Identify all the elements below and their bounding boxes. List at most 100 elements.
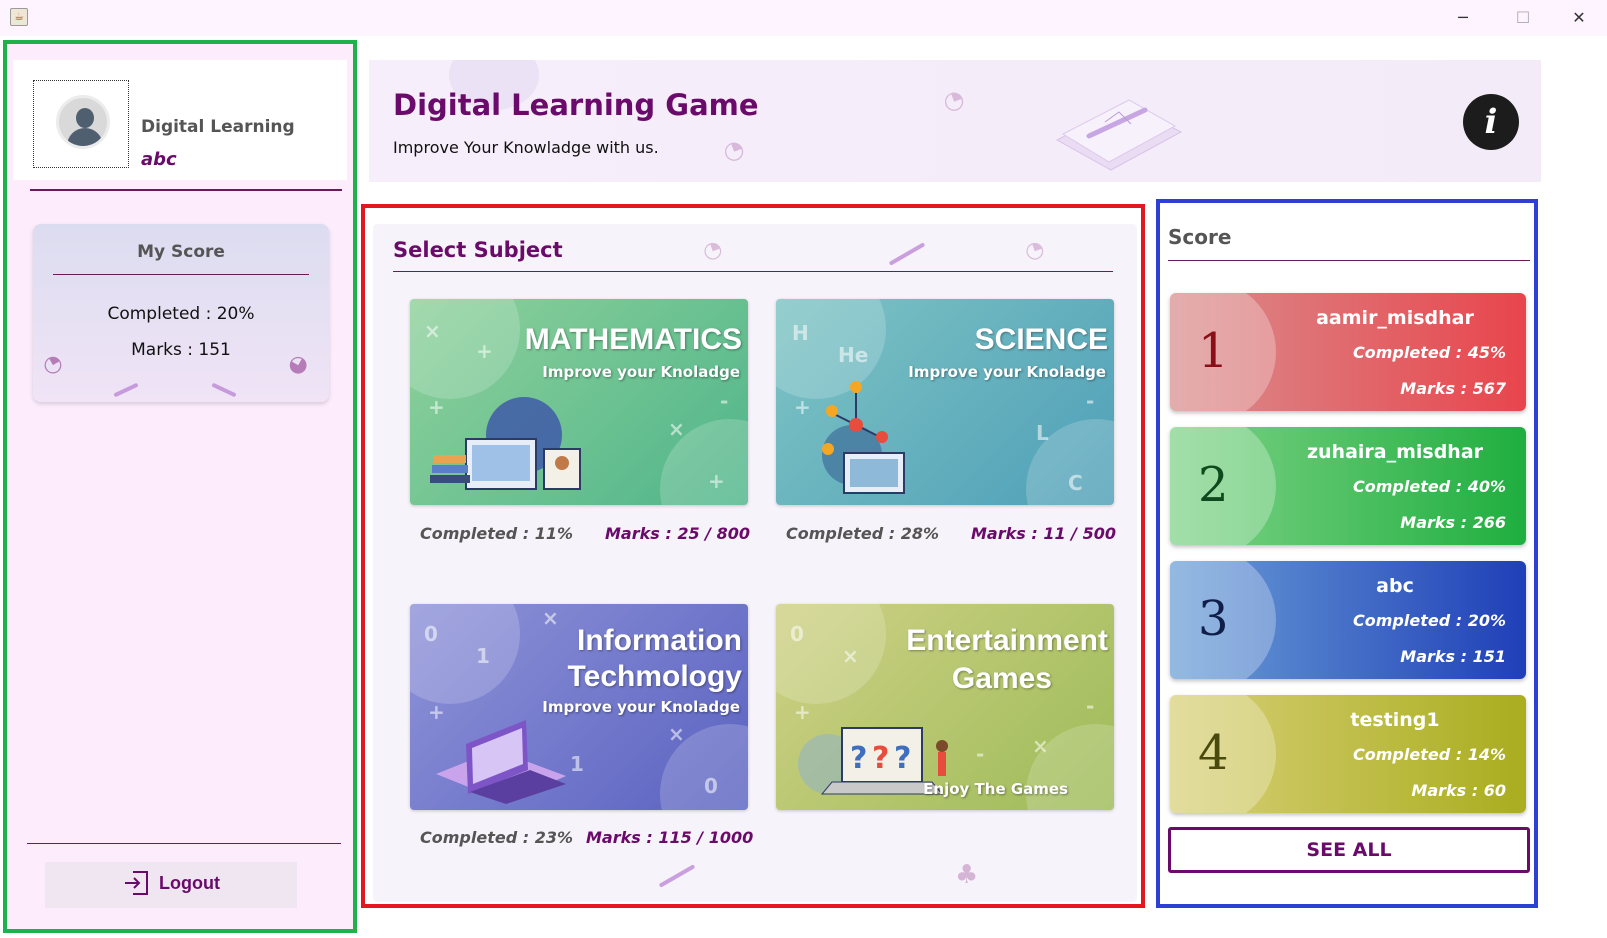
profile-username: abc — [141, 149, 177, 170]
symbol-decoration: H — [792, 321, 809, 345]
player-name: zuhaira_misdhar — [1306, 441, 1484, 463]
logout-icon — [125, 871, 148, 895]
subject-card-information-technology[interactable]: 0 1 × + × 1 0 Information Techmology Imp… — [410, 604, 748, 810]
subject-subtitle: Enjoy The Games — [923, 780, 1068, 798]
rank-number: 3 — [1198, 591, 1229, 647]
my-score-card: My Score Completed : 20% Marks : 151 ◔ ◕ — [33, 224, 329, 402]
subject-title-line2: Techmology — [567, 660, 742, 693]
minimize-icon[interactable]: ─ — [1440, 0, 1486, 36]
subject-title: MATHEMATICS — [524, 323, 742, 356]
leaderboard-entry[interactable]: 3 abc Completed : 20% Marks : 151 — [1170, 561, 1526, 679]
subject-subtitle: Improve your Knoladge — [908, 363, 1106, 381]
symbol-decoration: C — [1068, 471, 1083, 495]
player-marks: Marks : 151 — [1400, 647, 1506, 666]
symbol-decoration: - — [1086, 389, 1095, 413]
page-title: Digital Learning Game — [393, 88, 759, 122]
divider — [30, 189, 342, 191]
leaderboard-entry[interactable]: 4 testing1 Completed : 14% Marks : 60 — [1170, 695, 1526, 813]
subject-marks: Marks : 11 / 500 — [971, 524, 1116, 543]
score-panel: Score 1 aamir_misdhar Completed : 45% Ma… — [1156, 199, 1538, 908]
book-illustration-icon — [1055, 99, 1183, 171]
subject-card-entertainment-games[interactable]: 0 × + - × - ? ? ? Entertainment Games En… — [776, 604, 1114, 810]
subject-card-science[interactable]: H He + L C - SCIENCE Improve your Knolad… — [776, 299, 1114, 505]
subject-completed: Completed : 23% — [420, 828, 573, 847]
rank-number: 2 — [1198, 457, 1229, 513]
symbol-decoration: + — [476, 339, 493, 363]
symbol-decoration: 0 — [424, 622, 438, 646]
symbol-decoration: - — [976, 742, 985, 766]
header-banner: Digital Learning Game Improve Your Knowl… — [369, 60, 1541, 182]
subject-completed: Completed : 11% — [420, 524, 573, 543]
svg-text:?: ? — [894, 741, 911, 776]
subject-title: SCIENCE — [974, 323, 1108, 356]
profile-app-title: Digital Learning — [141, 117, 295, 137]
my-score-marks: Marks : 151 — [131, 340, 231, 360]
player-completed: Completed : 20% — [1353, 611, 1506, 630]
subject-subtitle: Improve your Knoladge — [542, 698, 740, 716]
subject-section: Select Subject ◔ ◔ ♣ × + + × + - MATHEMA… — [361, 204, 1145, 908]
subject-title: Information — [577, 624, 742, 657]
player-marks: Marks : 60 — [1411, 781, 1506, 800]
symbol-decoration: × — [668, 417, 685, 441]
molecule-illustration-icon — [822, 381, 905, 494]
symbol-decoration: × — [1032, 734, 1049, 758]
player-name: testing1 — [1350, 709, 1440, 731]
player-name: abc — [1376, 575, 1414, 597]
see-all-button[interactable]: SEE ALL — [1168, 827, 1530, 873]
symbol-decoration: 0 — [790, 622, 804, 646]
subject-marks: Marks : 25 / 800 — [605, 524, 750, 543]
window-titlebar: ☕ ─ ☐ ✕ — [0, 0, 1607, 36]
symbol-decoration: + — [708, 469, 725, 493]
subject-title-line2: Games — [951, 662, 1052, 695]
sidebar: Digital Learning abc My Score Completed … — [3, 40, 357, 933]
logout-button[interactable]: Logout — [45, 862, 297, 908]
player-completed: Completed : 45% — [1353, 343, 1506, 362]
subject-title: Entertainment — [906, 624, 1108, 657]
info-button[interactable]: i — [1463, 94, 1519, 150]
symbol-decoration: × — [542, 606, 559, 630]
symbol-decoration: He — [838, 343, 869, 367]
symbol-decoration: 1 — [476, 644, 490, 668]
logout-label: Logout — [159, 873, 220, 893]
divider — [1168, 260, 1530, 261]
symbol-decoration: × — [424, 319, 441, 343]
student-computer-illustration-icon — [430, 397, 581, 490]
avatar-frame[interactable] — [33, 80, 129, 168]
subject-card-mathematics[interactable]: × + + × + - MATHEMATICS Improve your Kno… — [410, 299, 748, 505]
symbol-decoration: × — [842, 644, 859, 668]
my-score-completed: Completed : 20% — [107, 304, 255, 324]
divider — [27, 843, 341, 844]
player-marks: Marks : 567 — [1400, 379, 1506, 398]
symbol-decoration: - — [720, 389, 729, 413]
wifi-decoration-icon: ◔ — [699, 235, 726, 266]
rank-number: 1 — [1198, 323, 1229, 379]
dash-decoration — [211, 382, 237, 398]
profile-card: Digital Learning abc — [13, 60, 347, 180]
java-app-icon: ☕ — [10, 8, 28, 26]
wifi-decoration-icon: ◔ — [1021, 235, 1048, 266]
wifi-decoration-icon: ◔ — [938, 83, 969, 117]
dash-decoration — [658, 864, 696, 888]
divider — [393, 271, 1113, 272]
symbol-decoration: × — [668, 722, 685, 746]
page-subtitle: Improve Your Knowladge with us. — [393, 138, 659, 157]
score-title: Score — [1168, 225, 1232, 249]
dash-decoration — [113, 382, 139, 398]
player-completed: Completed : 14% — [1353, 745, 1506, 764]
close-icon[interactable]: ✕ — [1556, 0, 1602, 36]
player-completed: Completed : 40% — [1353, 477, 1506, 496]
leaderboard-entry[interactable]: 1 aamir_misdhar Completed : 45% Marks : … — [1170, 293, 1526, 411]
subject-heading: Select Subject — [393, 238, 563, 262]
player-name: aamir_misdhar — [1316, 307, 1474, 329]
svg-text:?: ? — [850, 741, 867, 776]
leaderboard-entry[interactable]: 2 zuhaira_misdhar Completed : 40% Marks … — [1170, 427, 1526, 545]
subject-marks: Marks : 115 / 1000 — [586, 828, 754, 847]
symbol-decoration: - — [1086, 694, 1095, 718]
divider — [53, 274, 309, 275]
maximize-icon[interactable]: ☐ — [1500, 0, 1546, 36]
subject-panel: Select Subject ◔ ◔ ♣ × + + × + - MATHEMA… — [373, 224, 1137, 902]
dash-decoration — [888, 242, 926, 266]
symbol-decoration: 0 — [704, 774, 718, 798]
svg-text:?: ? — [872, 741, 889, 776]
symbol-decoration: L — [1036, 421, 1049, 445]
